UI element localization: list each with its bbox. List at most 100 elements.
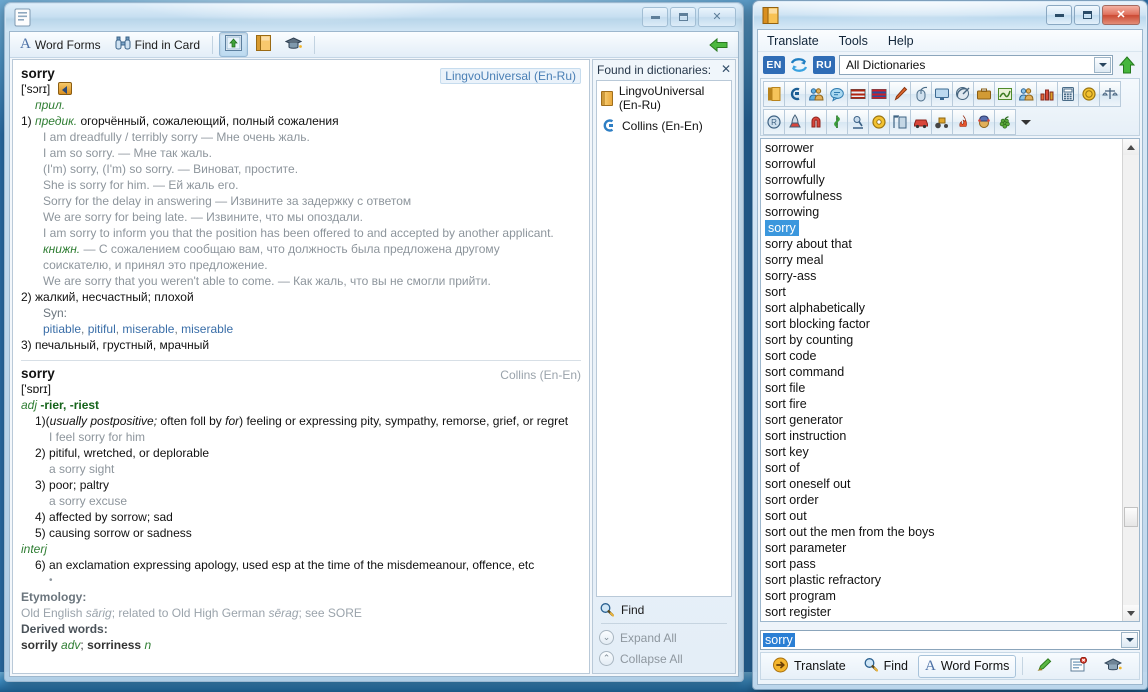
word-list-items[interactable]: sorrower sorrowful sorrowfully sorrowfulnes… — [761, 139, 1122, 621]
new-card-button[interactable] — [1063, 653, 1094, 680]
search-input[interactable]: sorry — [760, 630, 1140, 650]
found-dictionary-list[interactable]: LingvoUniversal (En-Ru) Collins (En-En) — [596, 80, 732, 597]
microscope-icon[interactable] — [847, 109, 869, 135]
crane-building-icon[interactable] — [889, 109, 911, 135]
word-forms-button[interactable]: A Word Forms — [917, 654, 1017, 678]
right-window-titlebar[interactable]: ✕ — [754, 2, 1146, 30]
close-button[interactable]: ✕ — [698, 7, 736, 27]
list-item[interactable]: sort parameter — [761, 540, 1122, 556]
bar-chart-icon[interactable] — [1036, 81, 1058, 107]
tractor-icon[interactable] — [931, 109, 953, 135]
collapse-all-button[interactable]: ⌃ Collapse All — [593, 648, 735, 669]
dictionary-select[interactable]: All Dictionaries — [839, 55, 1113, 75]
list-item[interactable]: sort blocking factor — [761, 316, 1122, 332]
list-item[interactable]: sort generator — [761, 412, 1122, 428]
list-item[interactable]: sort file — [761, 380, 1122, 396]
computer-mouse-icon[interactable] — [910, 81, 932, 107]
gear-icon[interactable] — [868, 109, 890, 135]
close-icon[interactable]: ✕ — [721, 62, 731, 76]
scroll-down-button[interactable] — [1123, 605, 1139, 621]
list-item[interactable]: LingvoUniversal (En-Ru) — [597, 81, 731, 115]
more-chevron-icon[interactable] — [1015, 109, 1037, 135]
sound-icon[interactable] — [57, 82, 72, 95]
list-item[interactable]: sort by counting — [761, 332, 1122, 348]
pencil-button[interactable] — [1029, 653, 1060, 680]
find-button[interactable]: Find — [856, 653, 915, 679]
collins-icon[interactable] — [784, 81, 806, 107]
card-view-button[interactable] — [219, 32, 249, 57]
list-item[interactable]: sorrowful — [761, 156, 1122, 172]
dictionary-card-window[interactable]: ✕ A Word Forms Find in Card LingvoUniver… — [4, 2, 744, 682]
list-item[interactable]: sort code — [761, 348, 1122, 364]
list-item[interactable]: sorrowfulness — [761, 188, 1122, 204]
us-flag-icon[interactable] — [847, 81, 869, 107]
chart-line-icon[interactable] — [994, 81, 1016, 107]
icon-toolbar-row-1[interactable] — [763, 81, 1137, 107]
back-arrow-icon[interactable] — [708, 35, 730, 55]
translate-button[interactable]: Translate — [765, 653, 853, 680]
found-panel-footer[interactable]: Find ⌄ Expand All ⌃ Collapse All — [593, 597, 735, 673]
uk-flag-icon[interactable] — [868, 81, 890, 107]
list-item[interactable]: sort fire — [761, 396, 1122, 412]
maximize-button[interactable] — [670, 7, 696, 27]
scroll-up-button[interactable] — [1123, 139, 1139, 155]
chevron-down-icon[interactable] — [1121, 632, 1138, 648]
right-window-controls[interactable]: ✕ — [1046, 5, 1140, 25]
scales-icon[interactable] — [1099, 81, 1121, 107]
maximize-button[interactable] — [1074, 5, 1100, 25]
jester-icon[interactable] — [973, 109, 995, 135]
list-item[interactable]: sort command — [761, 364, 1122, 380]
minimize-button[interactable] — [1046, 5, 1072, 25]
list-item[interactable]: sort — [761, 284, 1122, 300]
coin-icon[interactable] — [1078, 81, 1100, 107]
swap-languages-icon[interactable] — [789, 56, 809, 74]
list-item[interactable]: sorry — [761, 220, 1122, 236]
dictionary-card[interactable]: LingvoUniversal (En-Ru) sorry ['sɔrɪ] пр… — [12, 59, 590, 674]
list-item[interactable]: sorrowing — [761, 204, 1122, 220]
menu-bar[interactable]: Translate Tools Help — [758, 30, 1142, 52]
list-item[interactable]: sort of — [761, 460, 1122, 476]
lingvo-main-window[interactable]: ✕ Translate Tools Help EN RU All Diction… — [752, 0, 1148, 690]
satellite-dish-icon[interactable] — [952, 81, 974, 107]
find-button[interactable]: Find — [593, 599, 735, 620]
management-icon[interactable] — [1015, 81, 1037, 107]
syn-link[interactable]: pitiable — [43, 322, 81, 336]
list-item[interactable]: sort key — [761, 444, 1122, 460]
syn-link[interactable]: miserable — [181, 322, 233, 336]
rocket-icon[interactable] — [784, 109, 806, 135]
list-item[interactable]: Collins (En-En) — [597, 115, 731, 136]
left-window-titlebar[interactable]: ✕ — [6, 4, 742, 32]
monitor-icon[interactable] — [931, 81, 953, 107]
syn-link[interactable]: miserable — [122, 322, 174, 336]
list-item[interactable]: sorrower — [761, 140, 1122, 156]
close-button[interactable]: ✕ — [1102, 5, 1140, 25]
list-item[interactable]: sorry-ass — [761, 268, 1122, 284]
word-list[interactable]: sorrower sorrowful sorrowfully sorrowfulnes… — [760, 138, 1140, 622]
icon-toolbar-row-2[interactable]: R — [763, 109, 1137, 135]
list-item[interactable]: sort order — [761, 492, 1122, 508]
book-button[interactable] — [250, 32, 277, 57]
grapes-icon[interactable] — [994, 109, 1016, 135]
dictionary-icon-toolbar[interactable]: R — [760, 78, 1140, 136]
car-icon[interactable] — [910, 109, 932, 135]
find-in-card-button[interactable]: Find in Card — [109, 33, 206, 56]
dictionary-label-lingvo[interactable]: LingvoUniversal (En-Ru) — [440, 68, 581, 84]
list-item[interactable]: sort alphabetically — [761, 300, 1122, 316]
paintbrush-icon[interactable] — [889, 81, 911, 107]
menu-translate[interactable]: Translate — [764, 33, 822, 49]
fire-icon[interactable] — [952, 109, 974, 135]
list-item[interactable]: sorry about that — [761, 236, 1122, 252]
card-toolbar[interactable]: A Word Forms Find in Card — [10, 32, 738, 58]
list-item-selected[interactable]: sorry — [765, 220, 799, 236]
syn-links[interactable]: pitiable, pitiful, miserable, miserable — [21, 321, 581, 337]
briefcase-icon[interactable] — [973, 81, 995, 107]
target-language-badge[interactable]: RU — [813, 56, 835, 74]
calculator-icon[interactable] — [1057, 81, 1079, 107]
list-item[interactable]: sort out — [761, 508, 1122, 524]
list-item[interactable]: sorrowfully — [761, 172, 1122, 188]
list-item[interactable]: sort oneself out — [761, 476, 1122, 492]
list-item[interactable]: sort program — [761, 588, 1122, 604]
minimize-button[interactable] — [642, 7, 668, 27]
expand-all-button[interactable]: ⌄ Expand All — [593, 627, 735, 648]
people-speech-icon[interactable] — [805, 81, 827, 107]
